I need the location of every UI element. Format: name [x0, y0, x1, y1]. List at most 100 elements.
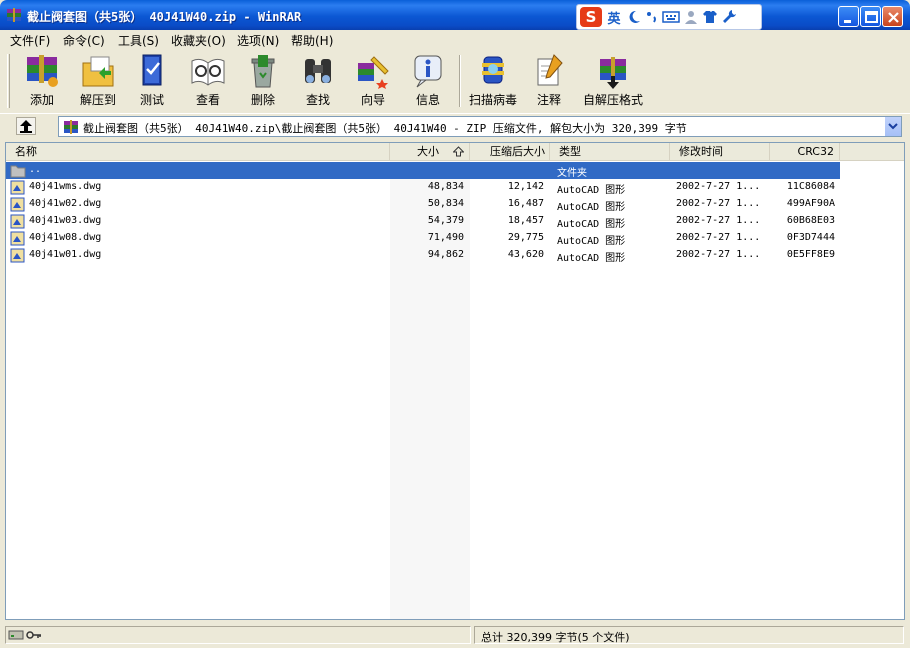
- menu-help[interactable]: 帮助(H): [291, 32, 333, 49]
- wrench-icon[interactable]: [721, 9, 737, 25]
- view-icon: [191, 58, 225, 86]
- parent-folder-type: 文件夹: [557, 168, 587, 179]
- file-modified: 2002-7-27 1...: [676, 249, 761, 260]
- minimize-button[interactable]: [838, 6, 859, 27]
- toolbar-separator: [459, 55, 461, 107]
- test-button[interactable]: 测试: [128, 53, 176, 109]
- table-row[interactable]: 40j41w01.dwg 94,862 43,620 AutoCAD 图形 20…: [6, 247, 840, 264]
- dwg-file-icon: [10, 197, 25, 212]
- file-name: 40j41wms.dwg: [29, 181, 102, 192]
- up-folder-button[interactable]: [16, 117, 36, 135]
- delete-button[interactable]: 删除: [238, 53, 288, 109]
- menu-options[interactable]: 选项(N): [237, 32, 279, 49]
- file-modified: 2002-7-27 1...: [676, 215, 761, 226]
- file-crc: 0E5FF8E9: [786, 249, 835, 260]
- sfx-icon: [600, 57, 626, 89]
- comment-button-label: 注释: [536, 93, 561, 107]
- table-row[interactable]: 40j41wms.dwg 48,834 12,142 AutoCAD 图形 20…: [6, 179, 840, 196]
- maximize-button[interactable]: [860, 6, 881, 27]
- find-button-label: 查找: [305, 93, 330, 107]
- column-header-modified[interactable]: 修改时间: [670, 143, 770, 161]
- menu-tools[interactable]: 工具(S): [118, 32, 159, 49]
- sfx-button[interactable]: 自解压格式: [578, 53, 648, 109]
- column-header-size[interactable]: 大小: [390, 143, 470, 161]
- toolbar-grip[interactable]: [7, 54, 10, 108]
- key-icon[interactable]: [26, 629, 42, 641]
- dwg-file-icon: [10, 180, 25, 195]
- wizard-button[interactable]: 向导: [346, 53, 400, 109]
- parent-folder-row[interactable]: .. 文件夹: [6, 162, 840, 179]
- winrar-books-icon: [7, 8, 21, 22]
- address-field[interactable]: 截止阀套图（共5张） 40J41W40.zip\截止阀套图（共5张） 40J41…: [58, 116, 902, 137]
- dwg-file-icon: [10, 248, 25, 263]
- add-button[interactable]: 添加: [16, 53, 68, 109]
- find-button[interactable]: 查找: [292, 53, 344, 109]
- status-total-text: 总计 320,399 字节(5 个文件): [481, 631, 630, 644]
- file-name: 40j41w08.dwg: [29, 232, 102, 243]
- column-header-packed[interactable]: 压缩后大小: [470, 143, 550, 161]
- sogou-logo-icon[interactable]: S: [580, 7, 602, 27]
- dwg-file-icon: [10, 231, 25, 246]
- file-type: AutoCAD 图形: [557, 202, 626, 213]
- file-type: AutoCAD 图形: [557, 185, 626, 196]
- file-list[interactable]: 名称 大小 压缩后大小 类型 修改时间 CRC32 .. 文件夹 40j41wm…: [5, 142, 905, 620]
- column-header-name[interactable]: 名称: [6, 143, 390, 161]
- menu-favorites[interactable]: 收藏夹(O): [171, 32, 226, 49]
- menu-file[interactable]: 文件(F): [10, 32, 50, 49]
- virus-scan-icon: [482, 56, 504, 84]
- info-button-label: 信息: [415, 93, 440, 107]
- file-crc: 499AF90A: [786, 198, 835, 209]
- extract-to-button[interactable]: 解压到: [72, 53, 124, 109]
- virus-scan-button[interactable]: 扫描病毒: [464, 53, 522, 109]
- file-modified: 2002-7-27 1...: [676, 198, 761, 209]
- ime-mode-toggle[interactable]: 英: [605, 8, 623, 27]
- comment-icon: [537, 54, 563, 86]
- column-header-size-label: 大小: [417, 145, 439, 158]
- file-crc: 60B68E03: [786, 215, 835, 226]
- user-icon[interactable]: [683, 9, 699, 25]
- add-button-label: 添加: [29, 93, 54, 107]
- table-row[interactable]: 40j41w03.dwg 54,379 18,457 AutoCAD 图形 20…: [6, 213, 840, 230]
- table-row[interactable]: 40j41w02.dwg 50,834 16,487 AutoCAD 图形 20…: [6, 196, 840, 213]
- file-size: 54,379: [427, 215, 464, 226]
- address-dropdown-button[interactable]: [884, 117, 901, 136]
- file-modified: 2002-7-27 1...: [676, 232, 761, 243]
- file-crc: 11C86084: [786, 181, 835, 192]
- wizard-button-label: 向导: [360, 93, 385, 107]
- close-button[interactable]: [882, 6, 903, 27]
- keyboard-icon[interactable]: [662, 9, 680, 25]
- moon-icon[interactable]: [626, 9, 642, 25]
- close-icon: [888, 12, 899, 23]
- table-row[interactable]: 40j41w08.dwg 71,490 29,775 AutoCAD 图形 20…: [6, 230, 840, 247]
- menu-commands[interactable]: 命令(C): [63, 32, 105, 49]
- column-header-type[interactable]: 类型: [550, 143, 670, 161]
- delete-button-label: 删除: [250, 93, 275, 107]
- status-right-pane: 总计 320,399 字节(5 个文件): [474, 626, 904, 644]
- view-button[interactable]: 查看: [182, 53, 234, 109]
- sfx-button-label: 自解压格式: [582, 93, 643, 107]
- shirt-icon[interactable]: [702, 9, 718, 25]
- test-button-label: 测试: [139, 93, 164, 107]
- ime-toolbar[interactable]: S 英: [576, 4, 762, 30]
- minimize-icon: [844, 20, 851, 23]
- file-name: 40j41w03.dwg: [29, 215, 102, 226]
- drive-icon[interactable]: [8, 629, 24, 641]
- comment-button[interactable]: 注释: [526, 53, 572, 109]
- file-size: 94,862: [427, 249, 464, 260]
- up-arrow-icon: [20, 120, 32, 133]
- file-packed-size: 16,487: [507, 198, 544, 209]
- info-button[interactable]: 信息: [404, 53, 452, 109]
- find-icon: [305, 59, 331, 83]
- virus-scan-button-label: 扫描病毒: [468, 93, 517, 107]
- info-icon: [414, 55, 442, 88]
- column-header-crc[interactable]: CRC32: [770, 143, 840, 161]
- file-packed-size: 43,620: [507, 249, 544, 260]
- dwg-file-icon: [10, 214, 25, 229]
- chevron-down-icon: [888, 123, 898, 130]
- file-type: AutoCAD 图形: [557, 236, 626, 247]
- punctuation-icon[interactable]: [645, 9, 659, 25]
- file-type: AutoCAD 图形: [557, 253, 626, 264]
- sort-ascending-icon: [453, 146, 464, 157]
- list-header: 名称 大小 压缩后大小 类型 修改时间 CRC32: [6, 143, 904, 161]
- title-bar[interactable]: 截止阀套图（共5张） 40J41W40.zip - WinRAR S 英: [0, 0, 910, 30]
